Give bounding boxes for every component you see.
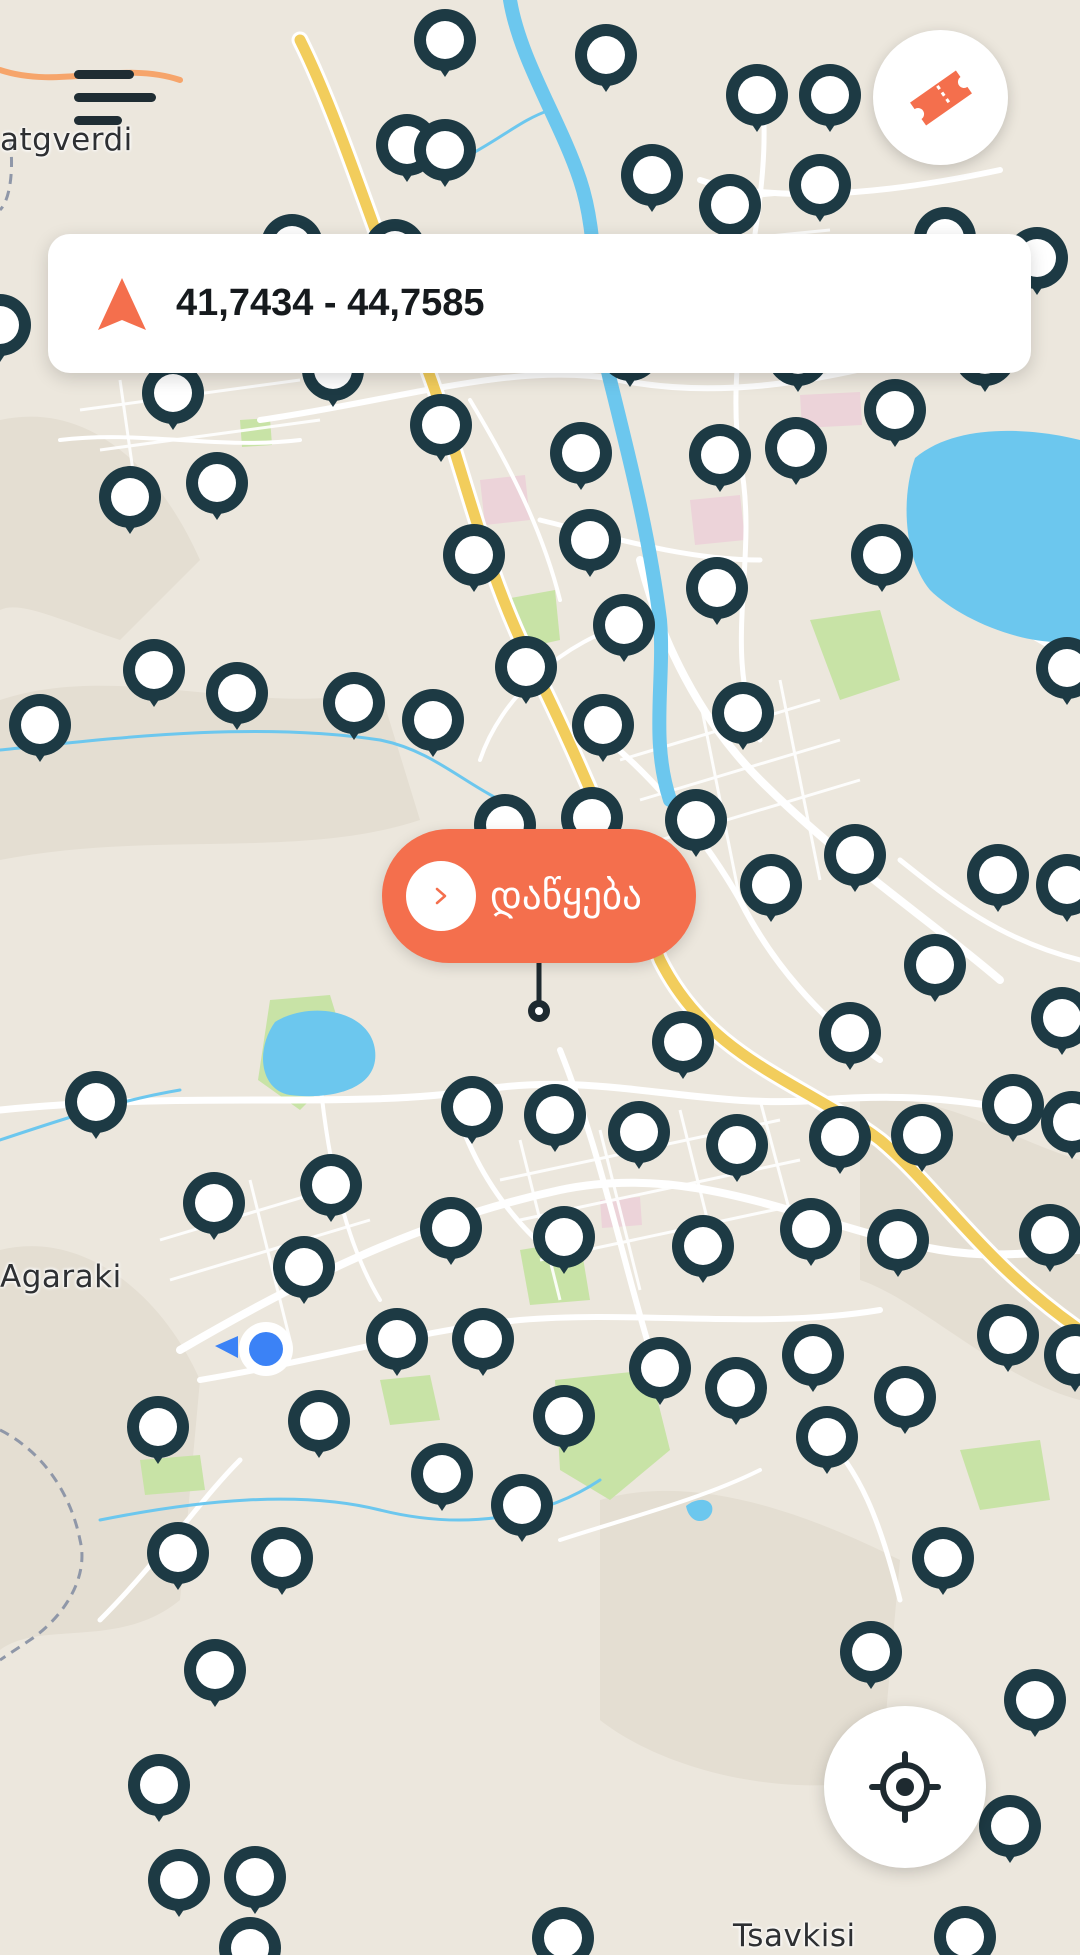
map-pin[interactable] <box>366 1308 428 1376</box>
map-pin[interactable] <box>186 452 248 520</box>
map-pin[interactable] <box>593 594 655 662</box>
navigation-arrow-icon <box>98 277 146 330</box>
map-pin[interactable] <box>705 1357 767 1425</box>
coordinates-text: 41,7434 - 44,7585 <box>176 282 485 324</box>
map-pin[interactable] <box>864 379 926 447</box>
map-pin[interactable] <box>726 64 788 132</box>
start-button[interactable]: დაწყება <box>382 829 696 963</box>
map-pin[interactable] <box>251 1527 313 1595</box>
locate-me-button[interactable] <box>824 1706 986 1868</box>
map-pin[interactable] <box>575 24 637 92</box>
map-pin[interactable] <box>874 1366 936 1434</box>
map-pin[interactable] <box>402 689 464 757</box>
ticket-icon <box>909 69 972 126</box>
start-pin-stem <box>528 962 550 1022</box>
map-pin[interactable] <box>491 1474 553 1542</box>
map-pin[interactable] <box>532 1907 594 1955</box>
map-pin[interactable] <box>148 1849 210 1917</box>
place-label-agaraki: Agaraki <box>0 1259 122 1295</box>
menu-bar-top <box>74 70 134 79</box>
map-pin[interactable] <box>799 64 861 132</box>
map-pin[interactable] <box>288 1390 350 1458</box>
map-pin[interactable] <box>441 1076 503 1144</box>
ticket-button[interactable] <box>873 30 1008 165</box>
map-pin[interactable] <box>452 1308 514 1376</box>
crosshair-target-icon <box>869 1751 941 1823</box>
map-pin[interactable] <box>672 1215 734 1283</box>
map-pin[interactable] <box>967 844 1029 912</box>
map-pin[interactable] <box>912 1527 974 1595</box>
chevron-right-icon <box>406 861 476 931</box>
map-pin[interactable] <box>782 1324 844 1392</box>
map-pin[interactable] <box>184 1639 246 1707</box>
map-pin[interactable] <box>621 144 683 212</box>
map-pin[interactable] <box>0 294 31 362</box>
map-pin[interactable] <box>128 1754 190 1822</box>
map-pin[interactable] <box>411 1443 473 1511</box>
map-pin[interactable] <box>608 1101 670 1169</box>
menu-bar-bottom <box>74 116 122 125</box>
map-pin[interactable] <box>420 1197 482 1265</box>
map-pin[interactable] <box>699 174 761 242</box>
map-pin[interactable] <box>219 1917 281 1955</box>
map-pin[interactable] <box>65 1071 127 1139</box>
map-pin[interactable] <box>559 509 621 577</box>
map-pin[interactable] <box>1004 1669 1066 1737</box>
hamburger-menu-icon[interactable] <box>74 70 156 130</box>
map-pin[interactable] <box>524 1084 586 1152</box>
menu-bar-middle <box>74 93 156 102</box>
map-pin[interactable] <box>686 557 748 625</box>
map-pin[interactable] <box>224 1846 286 1914</box>
start-button-label: დაწყება <box>490 873 642 919</box>
map-pin[interactable] <box>819 1002 881 1070</box>
map-pin[interactable] <box>1036 637 1080 705</box>
map-pin[interactable] <box>934 1906 996 1955</box>
map-pin[interactable] <box>851 524 913 592</box>
map-pin[interactable] <box>414 119 476 187</box>
map-pin[interactable] <box>414 9 476 77</box>
map-pin[interactable] <box>652 1011 714 1079</box>
map-pin[interactable] <box>904 934 966 1002</box>
map-pin[interactable] <box>979 1795 1041 1863</box>
place-label-tsavkisi: Tsavkisi <box>733 1918 856 1954</box>
map-pin[interactable] <box>1031 987 1080 1055</box>
map-pin[interactable] <box>789 154 851 222</box>
location-card[interactable]: 41,7434 - 44,7585 <box>48 234 1031 373</box>
map-pin[interactable] <box>550 422 612 490</box>
map-pin[interactable] <box>765 417 827 485</box>
user-location-marker <box>215 1322 293 1376</box>
map-pin[interactable] <box>300 1154 362 1222</box>
map-pin[interactable] <box>706 1114 768 1182</box>
map-pin[interactable] <box>1036 854 1080 922</box>
map-pin[interactable] <box>780 1198 842 1266</box>
